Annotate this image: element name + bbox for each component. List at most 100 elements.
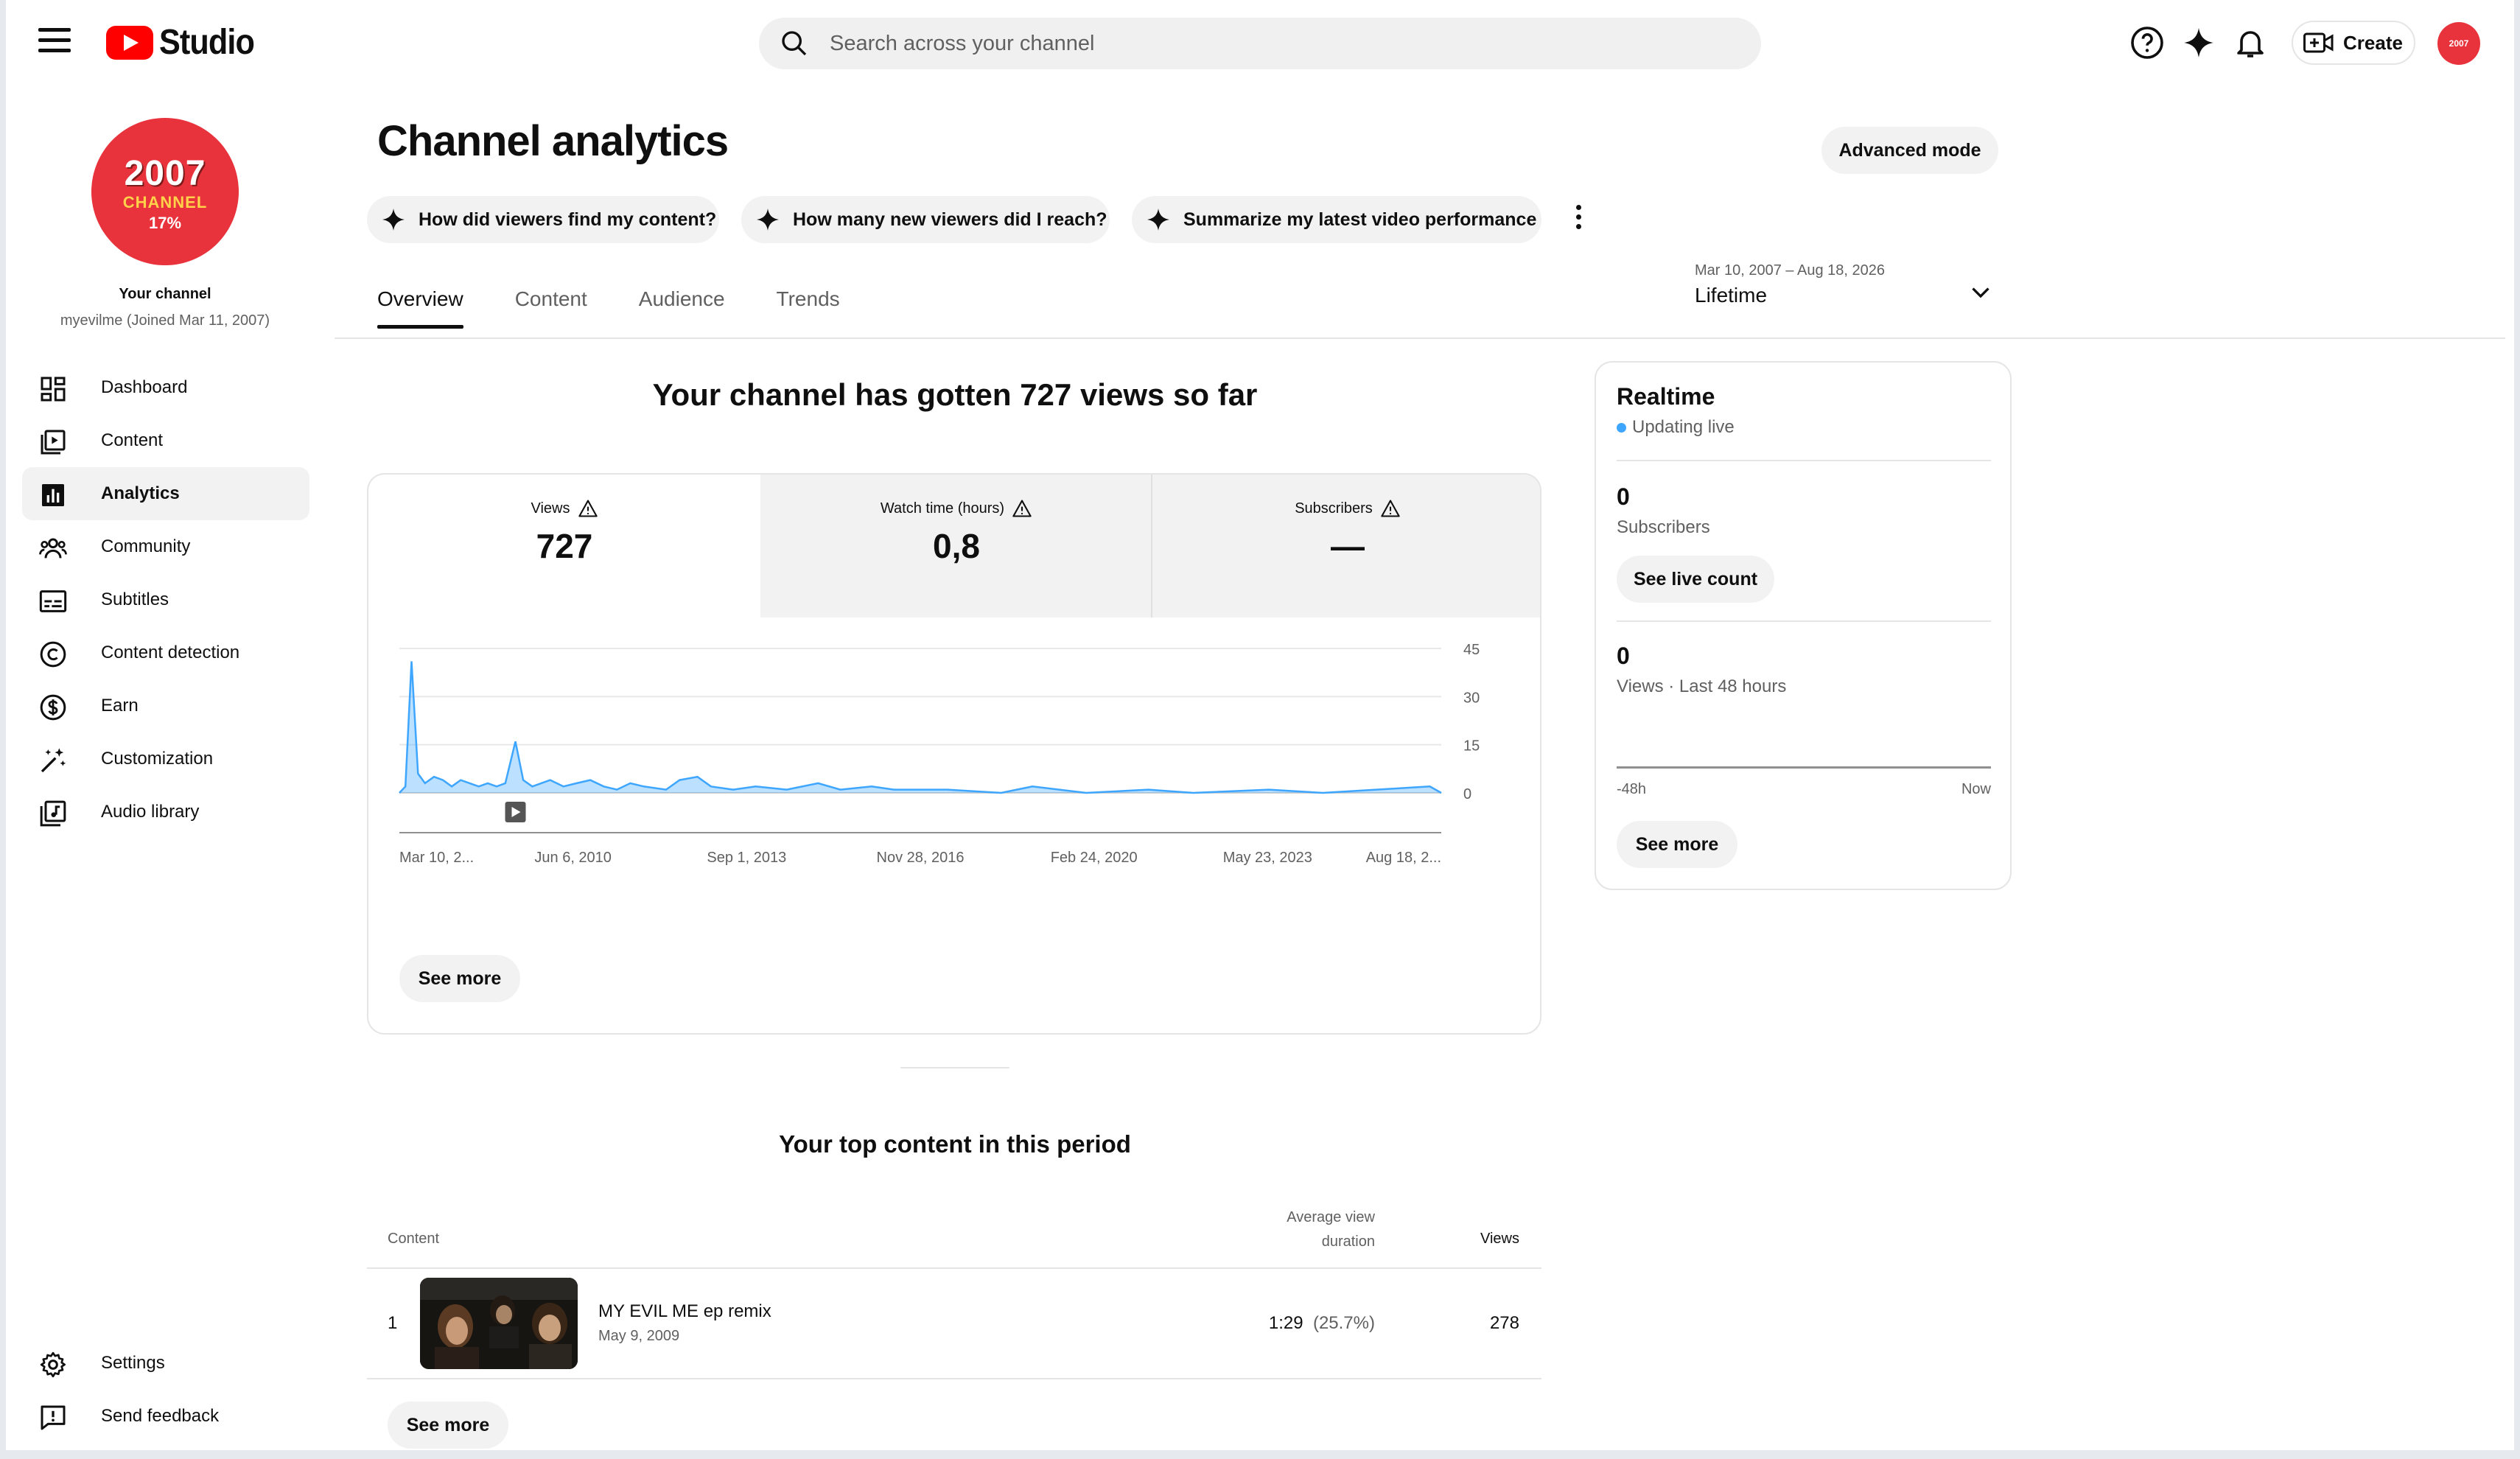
gear-icon (40, 1351, 66, 1378)
metric-value: 727 (536, 527, 593, 565)
sidebar-item-dashboard[interactable]: Dashboard (22, 361, 309, 414)
more-options-icon[interactable] (1571, 205, 1586, 234)
realtime-views-label: Views · Last 48 hours (1617, 676, 1787, 696)
realtime-views-value: 0 (1617, 643, 1630, 669)
sparkle-icon (757, 209, 779, 231)
tab-content[interactable]: Content (515, 287, 587, 329)
sidebar-bottom-nav: Settings Send feedback (22, 1337, 309, 1443)
chip-new-viewers-reach[interactable]: How many new viewers did I reach? (741, 196, 1110, 243)
metric-subscribers[interactable]: Subscribers — (1151, 475, 1540, 617)
sidebar-nav: Dashboard Content Analytics Community Su… (22, 361, 309, 839)
warning-icon (1012, 500, 1032, 517)
channel-joined: myevilme (Joined Mar 11, 2007) (60, 312, 270, 329)
views-chart[interactable]: 0 15 30 45 Mar 10, 2... Jun 6, 2010 Sep 1, 201… (368, 617, 1541, 912)
avd-percent: (25.7%) (1312, 1313, 1375, 1333)
metric-value: 0,8 (933, 527, 980, 565)
metric-label: Views (531, 500, 570, 517)
sidebar-item-label: Analytics (101, 483, 180, 503)
realtime-axis-end: Now (1961, 781, 1991, 797)
x-tick-label: May 23, 2023 (1223, 850, 1312, 866)
sidebar-item-community[interactable]: Community (22, 520, 309, 573)
column-header-views: Views (1480, 1231, 1519, 1247)
chip-label: Summarize my latest video performance (1183, 209, 1537, 230)
sidebar-item-analytics[interactable]: Analytics (22, 467, 309, 520)
account-avatar[interactable]: 2007 (2437, 22, 2480, 65)
tab-trends[interactable]: Trends (777, 287, 840, 329)
chip-summarize-latest-video[interactable]: Summarize my latest video performance (1132, 196, 1541, 243)
column-header-content: Content (388, 1231, 440, 1247)
y-tick-label: 15 (1463, 738, 1480, 755)
dollar-icon (40, 694, 66, 721)
tab-audience[interactable]: Audience (639, 287, 725, 329)
search-input[interactable] (828, 30, 1642, 57)
sidebar-item-customization[interactable]: Customization (22, 732, 309, 786)
tab-overview[interactable]: Overview (377, 287, 463, 329)
sidebar-item-label: Earn (101, 696, 139, 715)
x-tick-label: Jun 6, 2010 (534, 850, 612, 866)
sidebar-item-label: Customization (101, 749, 214, 769)
chip-viewers-find-content[interactable]: How did viewers find my content? (367, 196, 719, 243)
date-range-picker[interactable]: Mar 10, 2007 – Aug 18, 2026 Lifetime (1695, 262, 2004, 307)
metric-label: Subscribers (1295, 500, 1373, 517)
warning-icon (1381, 500, 1400, 517)
x-tick-label: Mar 10, 2... (399, 850, 474, 866)
analytics-tabs: Overview Content Audience Trends (377, 287, 892, 329)
analytics-icon (42, 484, 64, 506)
views-headline: Your channel has gotten 727 views so far (652, 377, 1258, 412)
channel-avatar[interactable]: 2007 CHANNEL 17% (91, 118, 239, 265)
metric-label-row: Views (368, 498, 760, 519)
avd-value: 1:29 (1268, 1313, 1303, 1333)
create-button[interactable]: Create (2292, 21, 2415, 65)
metric-label-row: Subscribers (1152, 498, 1540, 519)
see-live-count-button[interactable]: See live count (1617, 556, 1774, 603)
your-channel-label: Your channel (119, 286, 211, 302)
sidebar-item-send-feedback[interactable]: Send feedback (22, 1390, 309, 1443)
series-area (399, 661, 1441, 793)
overview-card: Views 727 Watch time (hours) 0,8 Subscri… (367, 473, 1541, 1035)
realtime-divider (1617, 460, 1991, 461)
logo-text: Studio (159, 23, 255, 62)
realtime-live-status: Updating live (1617, 417, 1735, 438)
column-header-line: duration (1321, 1234, 1375, 1250)
table-divider (367, 1378, 1541, 1379)
advanced-mode-button[interactable]: Advanced mode (1821, 127, 1998, 174)
row-views: 278 (1489, 1313, 1519, 1333)
sidebar-item-settings[interactable]: Settings (22, 1337, 309, 1390)
top-content-see-more-button[interactable]: See more (388, 1402, 508, 1449)
table-divider (367, 1267, 1541, 1269)
menu-icon[interactable] (38, 28, 71, 57)
chip-label: How did viewers find my content? (419, 209, 717, 230)
video-title[interactable]: MY EVIL ME ep remix (598, 1301, 771, 1322)
metric-watch-time[interactable]: Watch time (hours) 0,8 (760, 475, 1152, 617)
realtime-divider (1617, 620, 1991, 622)
metric-value: — (1331, 527, 1365, 565)
sidebar-item-audio-library[interactable]: Audio library (22, 786, 309, 839)
tabs-divider (335, 337, 2505, 339)
bell-icon[interactable] (2233, 25, 2268, 60)
sidebar-item-content-detection[interactable]: Content detection (22, 626, 309, 679)
sidebar-item-content[interactable]: Content (22, 414, 309, 467)
chip-label: How many new viewers did I reach? (793, 209, 1107, 230)
top-content-title: Your top content in this period (779, 1130, 1131, 1158)
row-rank: 1 (388, 1313, 398, 1333)
y-tick-label: 0 (1463, 786, 1471, 802)
youtube-play-icon (106, 25, 153, 60)
y-tick-label: 45 (1463, 642, 1480, 658)
metric-label-row: Watch time (hours) (760, 498, 1152, 519)
live-label: Updating live (1632, 417, 1735, 437)
avatar-year: 2007 (124, 154, 206, 193)
sparkle-icon[interactable] (2181, 25, 2216, 60)
search-bar[interactable] (759, 18, 1761, 69)
metric-views[interactable]: Views 727 (368, 475, 760, 617)
overview-see-more-button[interactable]: See more (399, 955, 520, 1002)
copyright-icon (40, 641, 66, 668)
video-date: May 9, 2009 (598, 1328, 680, 1344)
sidebar-item-subtitles[interactable]: Subtitles (22, 573, 309, 626)
metric-label: Watch time (hours) (880, 500, 1005, 517)
studio-logo[interactable]: Studio (106, 22, 265, 63)
video-thumbnail[interactable] (420, 1278, 578, 1369)
help-icon[interactable] (2129, 25, 2165, 60)
chevron-down-icon (1972, 287, 1989, 298)
sidebar-item-earn[interactable]: Earn (22, 679, 309, 732)
realtime-see-more-button[interactable]: See more (1617, 821, 1737, 868)
